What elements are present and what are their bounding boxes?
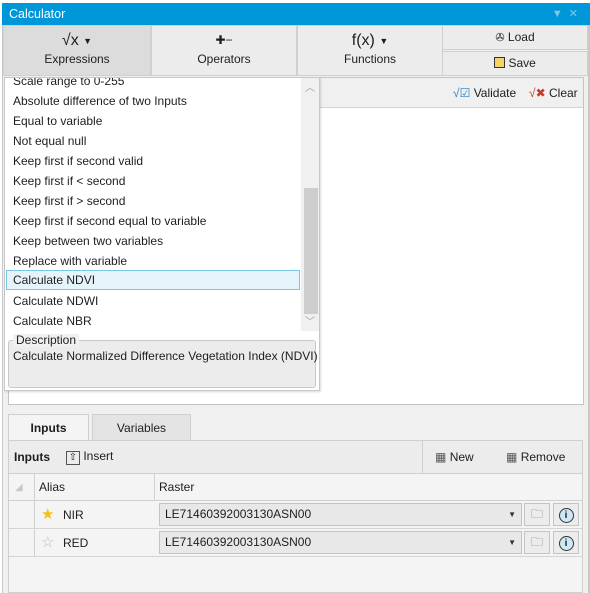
functions-button[interactable]: f(x) ▼ Functions [297, 25, 443, 76]
function-icon: f(x) ▼ [351, 32, 389, 50]
operators-icon: ✚− [215, 33, 233, 47]
scrollbar-thumb[interactable] [304, 188, 318, 314]
operators-button[interactable]: ✚− Operators [151, 25, 297, 76]
info-button[interactable]: i [553, 531, 579, 554]
sqrt-x-icon: √x ▼ [61, 32, 93, 50]
star-filled-icon[interactable]: ★ [41, 505, 54, 523]
column-header-alias[interactable]: Alias [39, 480, 65, 494]
grid-header: ◢ Alias Raster [9, 474, 582, 501]
info-icon: i [558, 508, 574, 523]
clear-button[interactable]: √✖ Clear [529, 86, 578, 100]
description-text: Calculate Normalized Difference Vegetati… [13, 349, 318, 363]
info-icon: i [558, 536, 574, 551]
load-button[interactable]: ✇ Load [442, 25, 588, 50]
validate-icon: √☑ [453, 86, 471, 100]
inputs-toolbar-title: Inputs [14, 450, 50, 464]
toolbar-divider [422, 441, 423, 474]
expression-item[interactable]: Replace with variable [6, 251, 300, 271]
expression-item[interactable]: Keep first if > second [6, 191, 300, 211]
expression-item[interactable]: Scale range to 0-255 [6, 78, 300, 91]
info-button[interactable]: i [553, 503, 579, 526]
dropdown-icon[interactable]: ▼ [552, 8, 569, 20]
expression-item[interactable]: Keep first if second valid [6, 151, 300, 171]
expression-item[interactable]: Calculate NBR [6, 311, 300, 331]
alias-cell[interactable]: NIR [63, 508, 84, 522]
folder-search-icon: 🗀 [530, 535, 543, 549]
title-bar: Calculator ▼✕ [2, 3, 590, 25]
expressions-button[interactable]: √x ▼ Expressions [3, 25, 151, 76]
expression-item[interactable]: Keep first if second equal to variable [6, 211, 300, 231]
clear-icon: √✖ [529, 86, 546, 100]
expression-item[interactable]: Calculate NDWI [6, 291, 300, 311]
chevron-down-icon: ▼ [508, 510, 516, 519]
expression-item[interactable]: Not equal null [6, 131, 300, 151]
expressions-dropdown: Scale range to 0-255 Absolute difference… [4, 77, 320, 391]
tab-variables[interactable]: Variables [92, 414, 191, 440]
expression-item[interactable]: Keep first if < second [6, 171, 300, 191]
star-empty-icon[interactable]: ☆ [41, 533, 54, 551]
raster-select[interactable]: LE71460392003130ASN00 ▼ [159, 503, 522, 526]
select-all-icon[interactable]: ◢ [15, 482, 23, 493]
tab-inputs[interactable]: Inputs [8, 414, 89, 440]
vertical-scrollbar[interactable]: ︿ ﹀ [301, 78, 319, 331]
browse-raster-button[interactable]: 🗀 [524, 503, 550, 526]
raster-select[interactable]: LE71460392003130ASN00 ▼ [159, 531, 522, 554]
expression-item[interactable]: Keep between two variables [6, 231, 300, 251]
scroll-up-icon[interactable]: ︿ [301, 80, 319, 98]
scroll-down-icon[interactable]: ﹀ [301, 314, 319, 332]
expression-item-selected[interactable]: Calculate NDVI [6, 270, 300, 290]
window-title: Calculator [9, 7, 66, 21]
save-icon [494, 57, 506, 68]
remove-button[interactable]: ▦ Remove [506, 450, 565, 464]
save-button[interactable]: Save [442, 51, 588, 76]
inputs-panel: Inputs ⇧ Insert ▦ New ▦ Remove ◢ Alias R… [8, 440, 583, 593]
table-row[interactable]: ★ NIR LE71460392003130ASN00 ▼ 🗀 i [9, 501, 582, 529]
remove-table-icon: ▦ [506, 450, 518, 464]
alias-cell[interactable]: RED [63, 536, 88, 550]
description-group: Description Calculate Normalized Differe… [8, 334, 318, 388]
new-button[interactable]: ▦ New [435, 450, 474, 464]
expression-item[interactable]: Equal to variable [6, 111, 300, 131]
close-icon[interactable]: ✕ [569, 8, 584, 20]
inputs-toolbar: Inputs ⇧ Insert ▦ New ▦ Remove [9, 441, 582, 474]
expressions-list: Scale range to 0-255 Absolute difference… [5, 78, 301, 331]
insert-button[interactable]: ⇧ Insert [66, 449, 113, 465]
folder-search-icon: 🗀 [530, 507, 543, 521]
insert-icon: ⇧ [66, 451, 80, 465]
new-table-icon: ▦ [435, 450, 447, 464]
validate-button[interactable]: √☑ Validate [453, 86, 516, 100]
chevron-down-icon: ▼ [508, 538, 516, 547]
column-header-raster[interactable]: Raster [159, 480, 194, 494]
browse-raster-button[interactable]: 🗀 [524, 531, 550, 554]
load-icon: ✇ [495, 32, 505, 44]
expression-item[interactable]: Absolute difference of two Inputs [6, 91, 300, 111]
table-row[interactable]: ☆ RED LE71460392003130ASN00 ▼ 🗀 i [9, 529, 582, 557]
